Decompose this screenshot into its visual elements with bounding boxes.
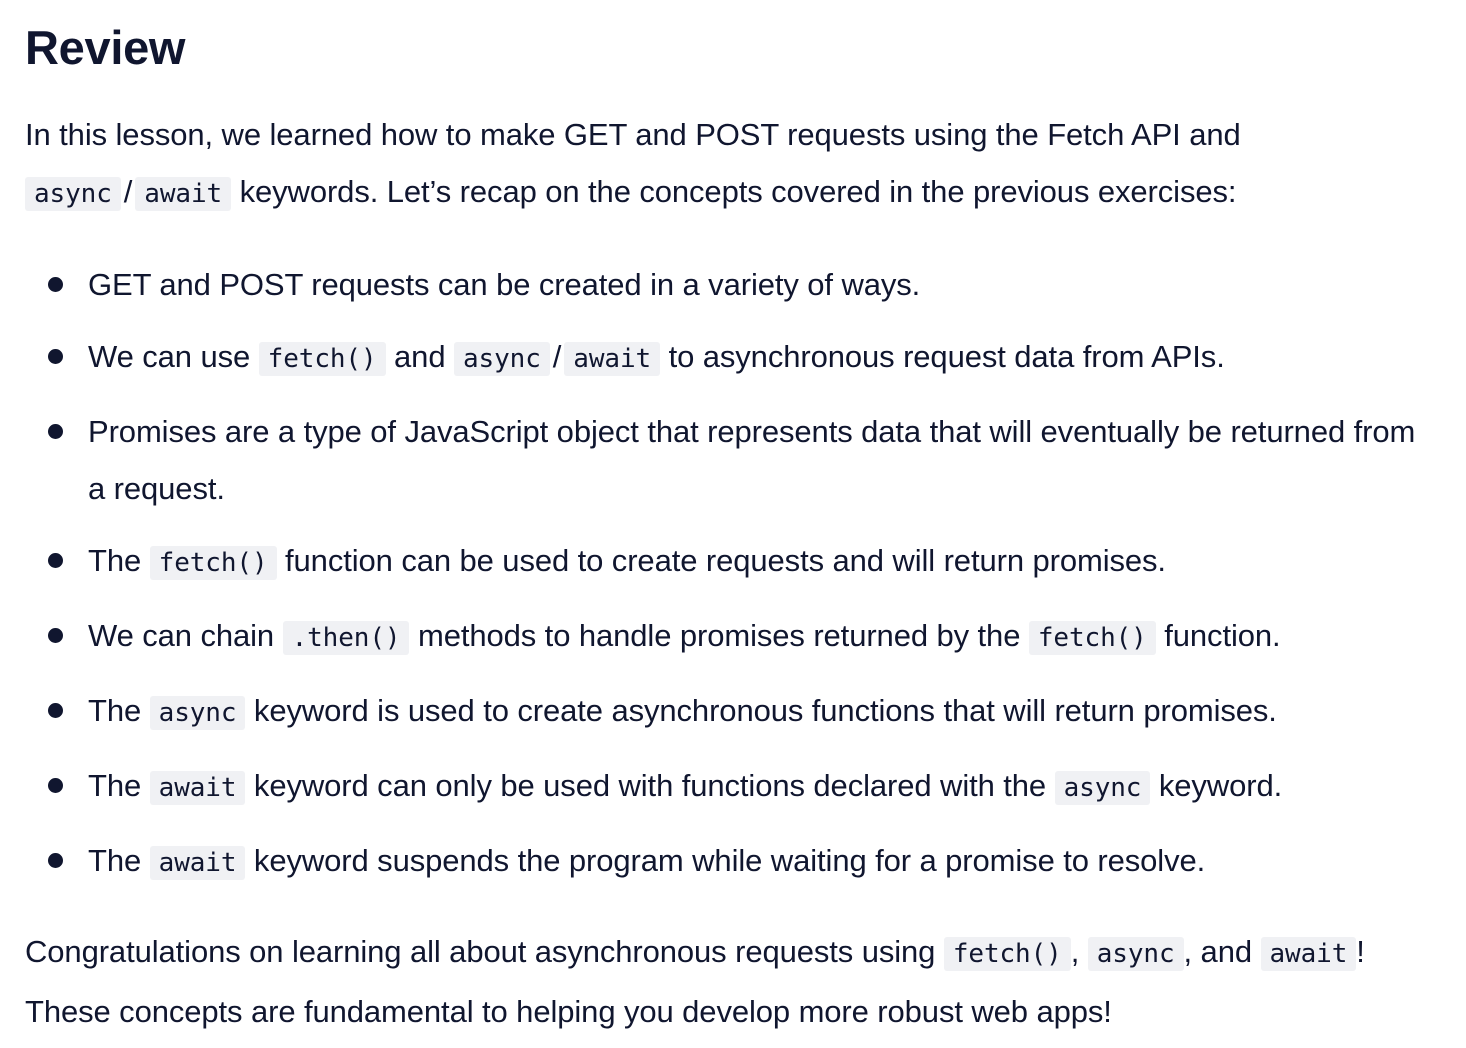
- inline-code: await: [564, 342, 661, 376]
- inline-code: fetch(): [943, 937, 1071, 971]
- item-text: We can use: [88, 339, 259, 374]
- item-text: keyword suspends the program while waiti…: [245, 843, 1206, 878]
- intro-paragraph: In this lesson, we learned how to make G…: [25, 106, 1440, 223]
- item-text: to asynchronous request data from APIs.: [660, 339, 1225, 374]
- item-text: keyword.: [1150, 768, 1283, 803]
- list-item: We can chain .then() methods to handle p…: [48, 607, 1440, 667]
- item-text: The: [88, 768, 150, 803]
- inline-code: async: [1054, 771, 1151, 805]
- inline-code: fetch(): [149, 546, 277, 580]
- inline-code: await: [135, 177, 232, 211]
- item-text: keyword is used to create asynchronous f…: [245, 693, 1277, 728]
- slash-text: /: [552, 339, 562, 374]
- inline-code: await: [149, 846, 246, 880]
- intro-text: keywords. Let’s recap on the concepts co…: [231, 174, 1237, 209]
- inline-code: fetch(): [1028, 621, 1156, 655]
- review-content: Review In this lesson, we learned how to…: [0, 0, 1466, 1040]
- item-text: keyword can only be used with functions …: [245, 768, 1055, 803]
- list-item: We can use fetch() and async / await to as…: [48, 328, 1440, 388]
- list-item: Promises are a type of JavaScript object…: [48, 403, 1440, 517]
- item-text: The: [88, 543, 150, 578]
- inline-code: fetch(): [258, 342, 386, 376]
- list-item: The await keyword suspends the program w…: [48, 832, 1440, 892]
- item-text: We can chain: [88, 618, 283, 653]
- recap-list: GET and POST requests can be created in …: [25, 256, 1440, 892]
- inline-code: async: [149, 696, 246, 730]
- item-text: methods to handle promises returned by t…: [409, 618, 1029, 653]
- item-text: The: [88, 693, 150, 728]
- inline-code: .then(): [282, 621, 410, 655]
- inline-code: await: [1260, 937, 1357, 971]
- slash-text: /: [123, 174, 133, 209]
- item-text: function.: [1155, 618, 1281, 653]
- outro-text: Congratulations on learning all about as…: [25, 934, 944, 969]
- item-text: GET and POST requests can be created in …: [88, 267, 921, 302]
- item-text: The: [88, 843, 150, 878]
- inline-code: async: [453, 342, 550, 376]
- outro-text: ,: [1070, 934, 1088, 969]
- list-item: The await keyword can only be used with …: [48, 757, 1440, 817]
- inline-code: async: [1087, 937, 1184, 971]
- list-item: GET and POST requests can be created in …: [48, 256, 1440, 313]
- list-item: The async keyword is used to create asyn…: [48, 682, 1440, 742]
- outro-text: , and: [1183, 934, 1261, 969]
- intro-text: In this lesson, we learned how to make G…: [25, 117, 1241, 152]
- page-title: Review: [25, 21, 186, 74]
- outro-paragraph: Congratulations on learning all about as…: [25, 923, 1440, 1040]
- inline-code: await: [149, 771, 246, 805]
- item-text: and: [385, 339, 454, 374]
- item-text: Promises are a type of JavaScript object…: [88, 414, 1416, 506]
- item-text: function can be used to create requests …: [276, 543, 1166, 578]
- inline-code: async: [25, 177, 121, 211]
- list-item: The fetch() function can be used to crea…: [48, 532, 1440, 592]
